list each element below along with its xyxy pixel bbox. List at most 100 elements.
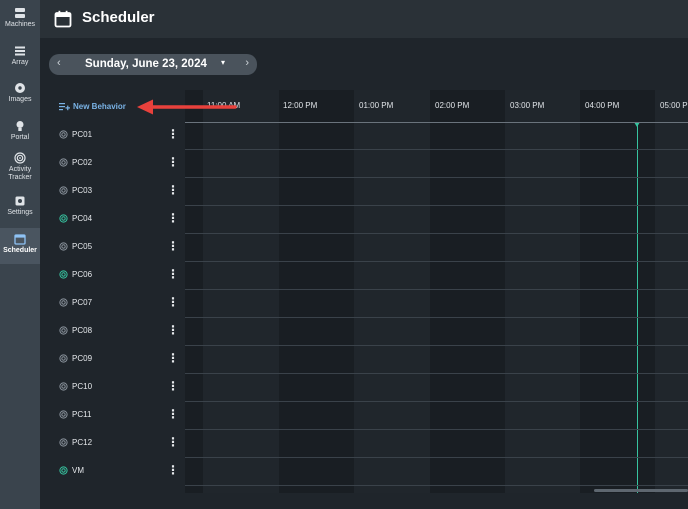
calendar-icon [14,234,26,245]
nav-machines[interactable]: Machines [0,7,40,29]
machine-row[interactable]: PC10 ⋮ [49,374,688,402]
nav-label: Scheduler [3,247,37,254]
machine-name: PC05 [72,242,93,251]
more-options-icon[interactable]: ⋮ [167,184,179,196]
machine-row[interactable]: PC11 ⋮ [49,402,688,430]
machine-name: PC02 [72,158,93,167]
machine-cell: PC07 ⋮ [49,290,185,318]
more-options-icon[interactable]: ⋮ [167,352,179,364]
more-options-icon[interactable]: ⋮ [167,212,179,224]
hour-label: 03:00 PM [510,101,545,110]
status-icon [59,382,68,391]
machine-row[interactable]: PC06 ⋮ [49,262,688,290]
radar-icon [14,152,26,164]
more-options-icon[interactable]: ⋮ [167,380,179,392]
server-icon [15,8,25,18]
machine-name: PC01 [72,130,93,139]
machine-cell: PC01 ⋮ [49,122,185,150]
status-icon [59,270,68,279]
app-header: Scheduler [40,0,688,38]
machine-cell: PC11 ⋮ [49,402,185,430]
machine-cell: PC04 ⋮ [49,206,185,234]
machine-row[interactable]: PC03 ⋮ [49,178,688,206]
status-icon [59,438,68,447]
machine-name: PC04 [72,214,93,223]
nav-label: Settings [7,209,33,216]
nav-label: Array [11,59,29,66]
more-options-icon[interactable]: ⋮ [167,240,179,252]
status-icon [59,354,68,363]
machine-cell: PC06 ⋮ [49,262,185,290]
hour-label: 05:00 PM [660,101,688,110]
hour-label: 04:00 PM [585,101,620,110]
prev-day-button[interactable]: ‹ [57,57,61,69]
status-icon [59,158,68,167]
selected-date[interactable]: Sunday, June 23, 2024 [85,58,207,70]
nav-images[interactable]: Images [0,82,40,104]
list-icon [15,46,25,56]
new-behavior-button[interactable]: New Behavior [59,102,126,111]
machine-cell: PC12 ⋮ [49,430,185,458]
machine-cell: PC02 ⋮ [49,150,185,178]
machine-row[interactable]: PC09 ⋮ [49,346,688,374]
more-options-icon[interactable]: ⋮ [167,324,179,336]
machine-row[interactable]: PC05 ⋮ [49,234,688,262]
gear-icon [15,196,25,206]
nav-settings[interactable]: Settings [0,195,40,217]
status-icon [59,410,68,419]
status-icon [59,326,68,335]
machine-cell: PC05 ⋮ [49,234,185,262]
hour-label: 01:00 PM [359,101,394,110]
machine-name: PC07 [72,298,93,307]
status-icon [59,466,68,475]
hour-label: 02:00 PM [435,101,470,110]
machine-row[interactable]: PC01 ⋮ [49,122,688,150]
bulb-icon [16,121,24,131]
nav-scheduler[interactable]: Scheduler [0,228,40,264]
machine-name: VM [72,466,84,475]
machine-row[interactable]: PC07 ⋮ [49,290,688,318]
machine-row[interactable]: PC08 ⋮ [49,318,688,346]
nav-portal[interactable]: Portal [0,120,40,142]
nav-label: Activity Tracker [8,166,32,181]
machine-row[interactable]: PC12 ⋮ [49,430,688,458]
page-title: Scheduler [82,9,155,26]
machine-name: PC09 [72,354,93,363]
status-icon [59,186,68,195]
sidebar: Machines Array Images Portal Activity Tr… [0,0,40,509]
nav-array[interactable]: Array [0,45,40,67]
machine-row[interactable]: PC04 ⋮ [49,206,688,234]
status-icon [59,130,68,139]
chevron-down-icon[interactable]: ▾ [221,58,225,67]
nav-label: Portal [10,134,30,141]
machine-cell: VM ⋮ [49,458,185,486]
machine-cell: PC08 ⋮ [49,318,185,346]
date-picker[interactable]: ‹ Sunday, June 23, 2024 ▾ › [49,54,257,75]
machine-cell: PC10 ⋮ [49,374,185,402]
nav-label: Images [8,96,32,103]
more-options-icon[interactable]: ⋮ [167,128,179,140]
status-icon [59,242,68,251]
more-options-icon[interactable]: ⋮ [167,296,179,308]
machine-name: PC06 [72,270,93,279]
more-options-icon[interactable]: ⋮ [167,464,179,476]
new-behavior-label: New Behavior [73,102,126,111]
machine-row[interactable]: PC02 ⋮ [49,150,688,178]
more-options-icon[interactable]: ⋮ [167,436,179,448]
machine-name: PC12 [72,438,93,447]
machine-name: PC08 [72,326,93,335]
add-list-icon [59,103,70,111]
more-options-icon[interactable]: ⋮ [167,156,179,168]
horizontal-scrollbar[interactable] [594,489,688,492]
more-options-icon[interactable]: ⋮ [167,408,179,420]
hour-label: 12:00 PM [283,101,318,110]
more-options-icon[interactable]: ⋮ [167,268,179,280]
machine-cell: PC03 ⋮ [49,178,185,206]
next-day-button[interactable]: › [245,57,249,69]
nav-activity-tracker[interactable]: Activity Tracker [0,152,40,182]
calendar-icon [54,10,72,28]
nav-label: Machines [5,21,35,28]
machine-name: PC11 [72,410,92,419]
status-icon [59,298,68,307]
machine-row[interactable]: VM ⋮ [49,458,688,486]
